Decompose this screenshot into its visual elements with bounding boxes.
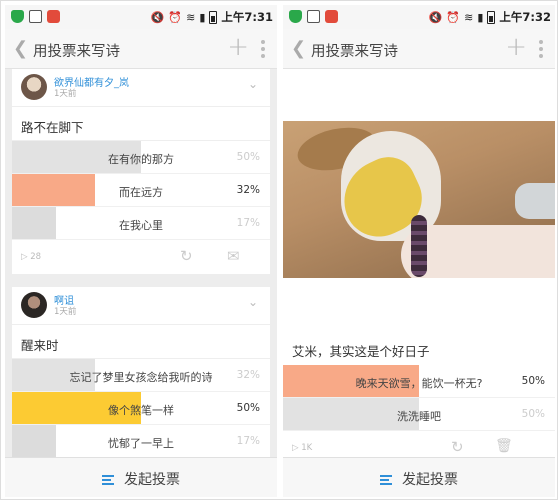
trash-icon[interactable]: 🗑 xyxy=(495,438,513,454)
mute-icon: 🔇 xyxy=(428,10,443,24)
poll-option[interactable]: 忧郁了一早上 17% xyxy=(12,425,270,457)
more-icon[interactable] xyxy=(261,40,265,58)
app-notification-icon xyxy=(325,10,338,23)
option-percent: 32% xyxy=(236,184,260,196)
launch-poll-button[interactable]: 发起投票 xyxy=(5,469,277,489)
poll-card: 啊诅 1天前 ⌄ 醒来时 忘记了梦里女孩念给我听的诗 32% 像个煞笔一样 50… xyxy=(12,287,270,457)
page-title: 用投票来写诗 xyxy=(33,44,120,60)
bottom-bar: 发起投票 xyxy=(5,457,277,497)
left-phone-screen: 🔇 ⏰ ≋ ▮ 上午7:31 ❮ 用投票来写诗 + 欲界仙都有夕_岚 1天前 ⌄… xyxy=(5,5,277,497)
wifi-icon: ≋ xyxy=(464,10,474,24)
option-percent: 50% xyxy=(521,375,545,387)
card-footer: ▷ 1K ↻ 🗑 xyxy=(283,431,555,457)
like-count[interactable]: ▷ 28 xyxy=(21,252,41,262)
alarm-icon: ⏰ xyxy=(446,10,461,24)
poll-block: 艾米，其实这是个好日子 晚来天欲雪，能饮一杯无? 50% 洗洗睡吧 50% ▷ … xyxy=(283,331,555,457)
repost-icon[interactable]: ↻ xyxy=(180,247,193,265)
avatar[interactable] xyxy=(21,74,47,100)
poll-question: 路不在脚下 xyxy=(12,107,270,141)
back-chevron-icon[interactable]: ❮ xyxy=(291,38,306,59)
option-percent: 50% xyxy=(521,408,545,420)
bottom-bar: 发起投票 xyxy=(283,457,555,497)
card-footer: ▷ 28 ↻ ✉ xyxy=(12,240,270,274)
post-time: 1天前 xyxy=(54,307,77,317)
option-percent: 50% xyxy=(236,151,260,163)
battery-icon xyxy=(209,10,218,24)
alarm-icon: ⏰ xyxy=(168,10,183,24)
mute-icon: 🔇 xyxy=(150,10,165,24)
option-label: 像个煞笔一样 xyxy=(108,404,174,417)
shield-icon xyxy=(289,10,302,23)
option-label: 而在远方 xyxy=(119,186,163,199)
poll-question: 艾米，其实这是个好日子 xyxy=(292,344,430,359)
poll-option[interactable]: 洗洗睡吧 50% xyxy=(283,398,555,431)
option-percent: 17% xyxy=(236,435,260,447)
poll-option[interactable]: 而在远方 32% xyxy=(12,174,270,207)
shield-icon xyxy=(11,10,24,23)
chevron-down-icon[interactable]: ⌄ xyxy=(248,77,258,91)
image-icon xyxy=(29,10,42,23)
card-header: 欲界仙都有夕_岚 1天前 ⌄ xyxy=(12,69,270,107)
poll-option[interactable]: 晚来天欲雪，能饮一杯无? 50% xyxy=(283,365,555,398)
chevron-down-icon[interactable]: ⌄ xyxy=(248,295,258,309)
launch-poll-label: 发起投票 xyxy=(402,472,458,488)
like-count[interactable]: ▷ 1K xyxy=(292,443,312,453)
option-percent: 32% xyxy=(236,369,260,381)
status-bar: 🔇 ⏰ ≋ ▮ 上午7:32 xyxy=(283,5,555,29)
feed: 欲界仙都有夕_岚 1天前 ⌄ 路不在脚下 在有你的那方 50% 而在远方 32% xyxy=(5,69,277,457)
battery-icon xyxy=(487,10,496,24)
status-bar: 🔇 ⏰ ≋ ▮ 上午7:31 xyxy=(5,5,277,29)
poll-card: 欲界仙都有夕_岚 1天前 ⌄ 路不在脚下 在有你的那方 50% 而在远方 32% xyxy=(12,69,270,274)
signal-icon: ▮ xyxy=(477,10,484,24)
launch-poll-label: 发起投票 xyxy=(124,472,180,488)
repost-icon[interactable]: ↻ xyxy=(451,438,464,456)
option-label: 洗洗睡吧 xyxy=(397,410,441,423)
list-icon xyxy=(380,475,394,485)
poll-option[interactable]: 在我心里 17% xyxy=(12,207,270,240)
signal-icon: ▮ xyxy=(199,10,206,24)
poll-option[interactable]: 像个煞笔一样 50% xyxy=(12,392,270,425)
comment-icon[interactable]: ✉ xyxy=(227,247,240,265)
option-label: 在有你的那方 xyxy=(108,153,174,166)
launch-poll-button[interactable]: 发起投票 xyxy=(283,469,555,489)
right-phone-screen: 🔇 ⏰ ≋ ▮ 上午7:32 ❮ 用投票来写诗 + 艾米，其实这是个好日子 晚来… xyxy=(283,5,555,497)
list-icon xyxy=(102,475,116,485)
clock: 上午7:32 xyxy=(499,10,551,24)
option-label: 忘记了梦里女孩念给我听的诗 xyxy=(69,371,213,384)
add-icon[interactable]: + xyxy=(227,34,249,60)
nav-bar: ❮ 用投票来写诗 + xyxy=(283,29,555,69)
option-percent: 50% xyxy=(236,402,260,414)
post-photo[interactable] xyxy=(283,121,555,278)
app-notification-icon xyxy=(47,10,60,23)
option-label: 晚来天欲雪，能饮一杯无? xyxy=(355,377,483,390)
poll-option[interactable]: 忘记了梦里女孩念给我听的诗 32% xyxy=(12,359,270,392)
add-icon[interactable]: + xyxy=(505,34,527,60)
post-time: 1天前 xyxy=(54,89,77,99)
card-header: 啊诅 1天前 ⌄ xyxy=(12,287,270,325)
more-icon[interactable] xyxy=(539,40,543,58)
option-label: 在我心里 xyxy=(119,219,163,232)
screenshot-frame: 🔇 ⏰ ≋ ▮ 上午7:31 ❮ 用投票来写诗 + 欲界仙都有夕_岚 1天前 ⌄… xyxy=(0,0,558,500)
wifi-icon: ≋ xyxy=(186,10,196,24)
poll-question: 醒来时 xyxy=(12,325,270,359)
image-icon xyxy=(307,10,320,23)
nav-bar: ❮ 用投票来写诗 + xyxy=(5,29,277,69)
page-title: 用投票来写诗 xyxy=(311,44,398,60)
clock: 上午7:31 xyxy=(221,10,273,24)
post-detail: 艾米，其实这是个好日子 晚来天欲雪，能饮一杯无? 50% 洗洗睡吧 50% ▷ … xyxy=(283,69,555,457)
poll-option[interactable]: 在有你的那方 50% xyxy=(12,141,270,174)
option-label: 忧郁了一早上 xyxy=(108,437,174,450)
option-percent: 17% xyxy=(236,217,260,229)
avatar[interactable] xyxy=(21,292,47,318)
back-chevron-icon[interactable]: ❮ xyxy=(13,38,28,59)
